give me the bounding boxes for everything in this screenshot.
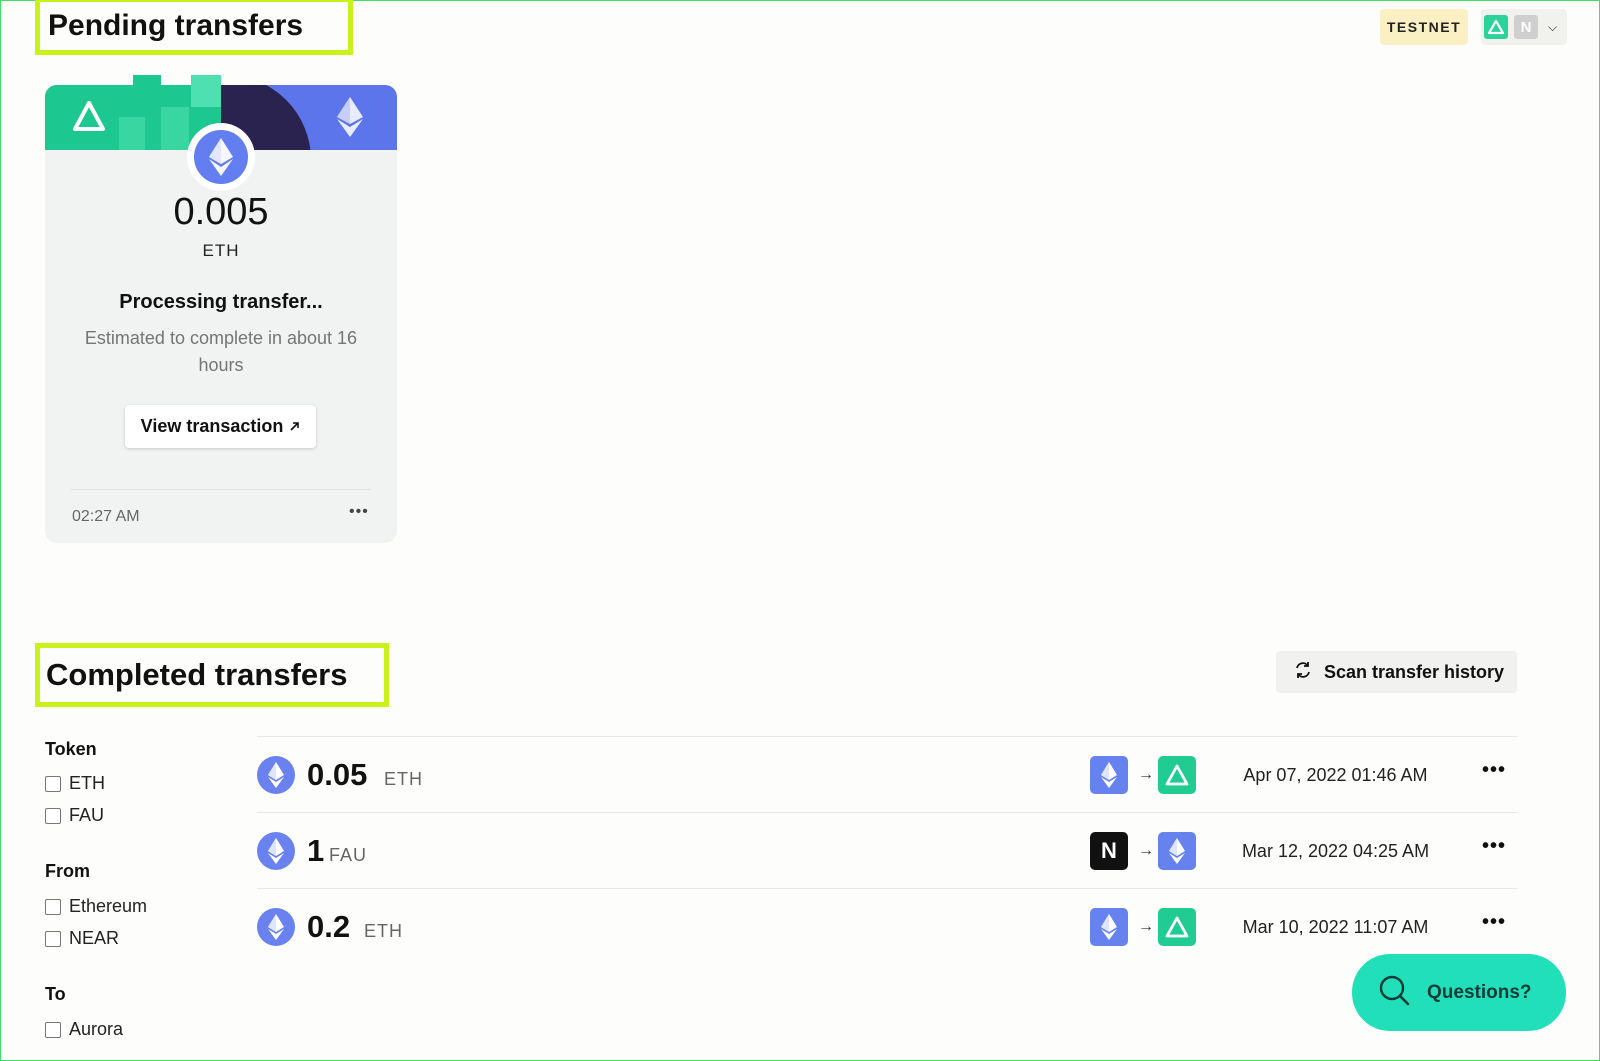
transfer-amount: 0.2 [307,909,351,944]
scan-transfer-history-label: Scan transfer history [1324,661,1505,682]
checkbox[interactable] [45,898,61,915]
banner-pixel [119,117,145,150]
wallet-network-switcher[interactable]: N ⌵ [1481,9,1567,45]
view-transaction-label: View transaction [140,416,284,436]
transfer-amount: 0.05 [307,757,368,792]
transfer-token-symbol: FAU [329,845,368,865]
transfer-route: → [1090,908,1196,946]
filter-to-label: To [45,984,66,1004]
more-options-button[interactable]: ••• [1482,911,1506,934]
near-icon: N [1514,15,1538,39]
completed-transfers-title-text: Completed transfers [46,657,348,692]
table-row[interactable]: 0.05 ETH → Apr 07, 2022 01:46 AM ••• [257,736,1517,812]
aurora-icon [1158,756,1196,794]
filter-from-label: From [45,861,90,881]
table-row[interactable]: 1 FAU N → Mar 12, 2022 04:25 AM ••• [257,812,1517,888]
transfer-token-symbol: ETH [384,769,423,789]
checkbox[interactable] [45,1021,61,1038]
more-options-button[interactable]: ••• [349,503,369,521]
completed-transfers-title: Completed transfers [35,643,389,707]
banner-pixel [191,75,221,89]
filter-option-label: NEAR [69,928,120,948]
more-options-button[interactable]: ••• [1482,835,1506,858]
filter-from-ethereum[interactable]: Ethereum [45,896,147,917]
search-help-icon [1377,973,1411,1013]
pending-transfers-title-text: Pending transfers [48,9,304,42]
filter-option-label: Ethereum [69,896,148,916]
transfer-route: N → [1090,832,1196,870]
external-link-icon [289,416,300,437]
pending-eta: Estimated to complete in about 16 hours [84,328,358,375]
chevron-down-icon[interactable]: ⌵ [1548,20,1557,35]
near-icon: N [1090,832,1128,870]
ethereum-icon [1158,832,1196,870]
filter-token-label: Token [45,739,97,759]
aurora-icon [1484,15,1508,39]
banner-pixel [161,107,189,150]
refresh-icon [1294,661,1312,684]
filter-option-label: FAU [69,805,105,825]
transfer-date: Mar 10, 2022 11:07 AM [1242,917,1429,937]
table-row[interactable]: 0.2 ETH → Mar 10, 2022 11:07 AM ••• [257,888,1517,964]
filter-to-aurora[interactable]: Aurora [45,1019,123,1040]
ethereum-icon [1090,756,1128,794]
pending-time: 02:27 AM [72,508,140,525]
arrow-right-icon: → [1138,766,1154,783]
ethereum-icon [1090,908,1128,946]
filter-token-eth[interactable]: ETH [45,773,105,794]
questions-help-button[interactable]: Questions? [1352,954,1566,1031]
view-transaction-button[interactable]: View transaction [125,405,316,448]
pending-amount: 0.005 [173,191,269,233]
token-icon-eth [257,908,295,946]
testnet-badge: TESTNET [1380,9,1468,45]
transfer-date: Mar 12, 2022 04:25 AM [1241,841,1430,861]
transfer-route: → [1090,756,1196,794]
pending-transfers-title: Pending transfers [35,0,353,55]
arrow-right-icon: → [1138,842,1154,859]
token-icon-eth [257,756,295,794]
ethereum-icon [335,95,365,144]
filter-from-near[interactable]: NEAR [45,928,119,949]
filter-option-label: Aurora [69,1019,124,1039]
testnet-badge-label: TESTNET [1386,19,1462,35]
pending-token-symbol: ETH [202,241,240,260]
aurora-icon [1158,908,1196,946]
arrow-right-icon: → [1138,918,1154,935]
questions-label: Questions? [1427,981,1532,1003]
more-options-button[interactable]: ••• [1482,759,1506,782]
pending-transfer-card: 0.005 ETH Processing transfer... Estimat… [45,75,397,543]
token-icon-eth [187,123,255,191]
transfer-token-symbol: ETH [364,921,403,941]
token-icon-fau [257,832,295,870]
checkbox[interactable] [45,775,61,792]
transfer-amount: 1 [307,833,325,868]
scan-transfer-history-button[interactable]: Scan transfer history [1276,651,1517,693]
checkbox[interactable] [45,807,61,824]
pending-status: Processing transfer... [119,291,323,313]
filter-option-label: ETH [69,773,105,793]
filter-token-fau[interactable]: FAU [45,805,104,826]
transfer-date: Apr 07, 2022 01:46 AM [1243,765,1428,785]
card-divider [71,489,371,490]
aurora-icon [69,97,109,142]
checkbox[interactable] [45,930,61,947]
banner-pixel [133,75,161,89]
